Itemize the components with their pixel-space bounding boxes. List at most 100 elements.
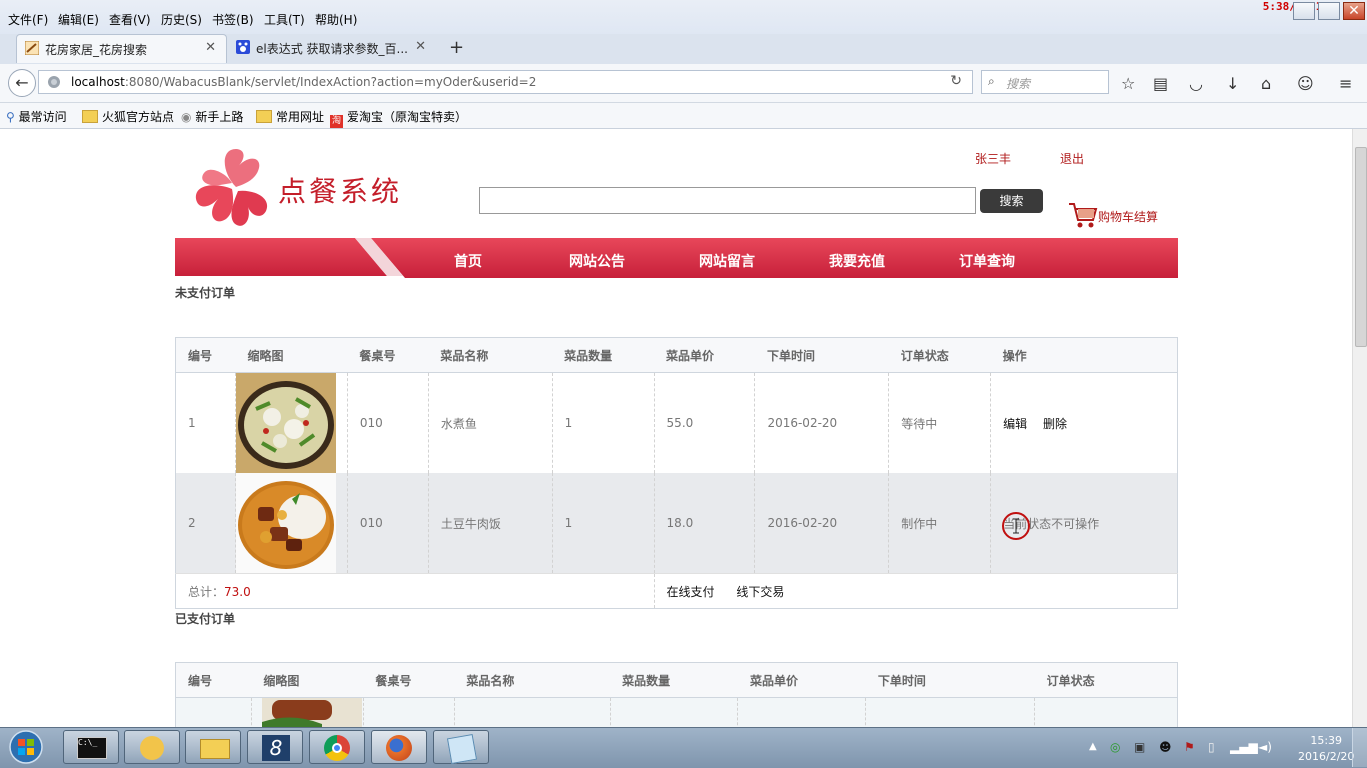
menu-bookmarks[interactable]: 书签(B) [212, 11, 254, 28]
reload-icon[interactable]: ↻ [950, 73, 962, 89]
taskbar-app-8[interactable]: 8 [247, 730, 303, 764]
taskbar-firefox[interactable] [371, 730, 427, 764]
pay-online-link[interactable]: 在线支付 [667, 585, 715, 599]
taskbar-explorer[interactable] [185, 730, 241, 764]
back-arrow-icon[interactable]: ← [8, 69, 36, 97]
menu-file[interactable]: 文件(F) [8, 11, 48, 28]
show-desktop-button[interactable] [1352, 728, 1367, 767]
bookmark-star-icon[interactable]: ☆ [1121, 74, 1135, 93]
flag-icon[interactable]: ⚑ [1184, 740, 1195, 754]
cart-checkout-link[interactable]: 购物车结算 [1098, 208, 1158, 225]
close-tab-icon[interactable]: ✕ [205, 40, 216, 55]
qq-icon[interactable]: ☻ [1159, 740, 1172, 754]
main-nav-bar [175, 238, 1178, 278]
download-icon[interactable]: ↓ [1226, 74, 1239, 93]
reading-list-icon[interactable]: ▤ [1153, 74, 1168, 93]
minimize-button[interactable] [1293, 2, 1315, 20]
col-header: 菜品名称 [428, 337, 553, 373]
close-window-button[interactable]: ✕ [1343, 2, 1365, 20]
tray-expand-icon[interactable]: ▲ [1089, 741, 1097, 752]
taskbar-chrome[interactable] [309, 730, 365, 764]
menu-edit[interactable]: 编辑(E) [58, 11, 99, 28]
shopping-cart-icon[interactable] [1068, 201, 1098, 229]
cell-price: 18.0 [654, 473, 756, 574]
cell-qty: 1 [552, 473, 655, 574]
wechat-icon[interactable]: ◎ [1110, 740, 1120, 754]
table-header-row: 编号 缩略图 餐桌号 菜品名称 菜品数量 菜品单价 下单时间 订单状态 操作 [175, 337, 1178, 373]
close-tab-icon[interactable]: ✕ [415, 39, 426, 54]
delete-link[interactable]: 删除 [1043, 417, 1067, 431]
bookmark-common-sites[interactable]: 常用网址 [256, 108, 324, 125]
beef-rice-thumbnail [235, 473, 336, 573]
new-tab-button[interactable]: + [449, 37, 464, 58]
user-name-link[interactable]: 张三丰 [975, 150, 1011, 167]
start-button-icon[interactable] [6, 729, 46, 765]
taskbar-app[interactable] [124, 730, 180, 764]
home-icon[interactable]: ⌂ [1261, 74, 1271, 93]
bookmark-label: 最常访问 [18, 110, 67, 124]
pay-offline-link[interactable]: 线下交易 [736, 585, 784, 599]
col-header: 菜品单价 [654, 337, 755, 373]
maximize-button[interactable] [1318, 2, 1340, 20]
url-path: :8080/WabacusBlank/servlet/IndexAction?a… [124, 75, 537, 89]
cell-id: 1 [175, 372, 236, 473]
tab-active[interactable]: 花房家居_花房搜索 ✕ [16, 34, 227, 63]
taskbar-cmd[interactable]: C:\_ [63, 730, 119, 764]
bookmark-getting-started[interactable]: ◉ 新手上路 [181, 108, 243, 125]
tab-title: el表达式 获取请求参数_百... [256, 42, 408, 56]
scrollbar-thumb[interactable] [1355, 147, 1367, 347]
menu-help[interactable]: 帮助(H) [315, 11, 357, 28]
url-bar[interactable]: localhost:8080/WabacusBlank/servlet/Inde… [38, 70, 973, 94]
logout-link[interactable]: 退出 [1060, 150, 1084, 167]
cmd-icon: C:\_ [77, 737, 107, 759]
cell-time: 2016-02-20 [754, 372, 890, 473]
col-header: 菜品名称 [454, 662, 611, 698]
tray-clock[interactable]: 15:39 2016/2/20 [1298, 733, 1354, 765]
device-icon[interactable]: ▯ [1208, 740, 1215, 754]
nav-home[interactable]: 首页 [454, 251, 482, 271]
bookmark-firefox-official[interactable]: 火狐官方站点 [82, 108, 174, 125]
nav-announcements[interactable]: 网站公告 [569, 251, 625, 271]
browser-search-field[interactable]: ⌕ 搜索 [981, 70, 1109, 94]
cell-dish-name: 土豆牛肉饭 [428, 473, 553, 574]
nav-order-query[interactable]: 订单查询 [959, 251, 1015, 271]
paid-orders-title: 已支付订单 [175, 612, 236, 626]
menu-hamburger-icon[interactable]: ≡ [1339, 74, 1352, 93]
baidu-paw-icon [236, 40, 250, 54]
bookmarks-bar: ⚲ 最常访问 火狐官方站点 ◉ 新手上路 常用网址 淘爱淘宝（原淘宝特卖） [0, 103, 1367, 129]
menu-history[interactable]: 历史(S) [161, 11, 202, 28]
tray-app-icon[interactable]: ▣ [1134, 740, 1145, 754]
menu-tools[interactable]: 工具(T) [264, 11, 305, 28]
page-scrollbar[interactable] [1352, 129, 1367, 727]
col-header: 下单时间 [754, 337, 889, 373]
col-header: 下单时间 [865, 662, 1035, 698]
eight-icon: 8 [262, 735, 290, 761]
network-icon[interactable]: ▂▄▆ [1230, 740, 1258, 754]
edit-link[interactable]: 编辑 [1003, 417, 1027, 431]
bookmark-label: 火狐官方站点 [102, 110, 175, 124]
nav-recharge[interactable]: 我要充值 [829, 251, 885, 271]
pocket-icon[interactable]: ◡ [1189, 74, 1203, 93]
total-value: 73.0 [224, 584, 251, 599]
bookmark-aitaobao[interactable]: 淘爱淘宝（原淘宝特卖） [330, 108, 467, 128]
cell-thumbnail [235, 473, 348, 574]
paid-orders-table: 编号 缩略图 餐桌号 菜品名称 菜品数量 菜品单价 下单时间 订单状态 [175, 662, 1178, 736]
col-header: 缩略图 [235, 337, 348, 373]
bookmark-most-visited[interactable]: ⚲ 最常访问 [6, 108, 67, 125]
table-row: 1 010 水煮鱼 1 55.0 2016-02-20 等待中 编辑 删除 [175, 372, 1178, 473]
taskbar-notepad[interactable] [433, 730, 489, 765]
chat-icon[interactable]: ☺ [1297, 74, 1314, 93]
tab-inactive[interactable]: el表达式 获取请求参数_百... ✕ [228, 34, 436, 63]
volume-icon[interactable]: ◄) [1258, 740, 1272, 754]
chrome-icon [324, 735, 350, 761]
url-host: localhost [71, 75, 125, 89]
col-header: 菜品数量 [552, 337, 655, 373]
col-header: 菜品单价 [737, 662, 866, 698]
site-search-input[interactable] [479, 187, 976, 214]
cell-status: 制作中 [888, 473, 992, 574]
menu-view[interactable]: 查看(V) [109, 11, 151, 28]
search-placeholder: 搜索 [1006, 77, 1031, 91]
bookmark-label: 常用网址 [276, 110, 325, 124]
site-search-button[interactable]: 搜索 [980, 189, 1043, 213]
nav-messages[interactable]: 网站留言 [699, 251, 755, 271]
